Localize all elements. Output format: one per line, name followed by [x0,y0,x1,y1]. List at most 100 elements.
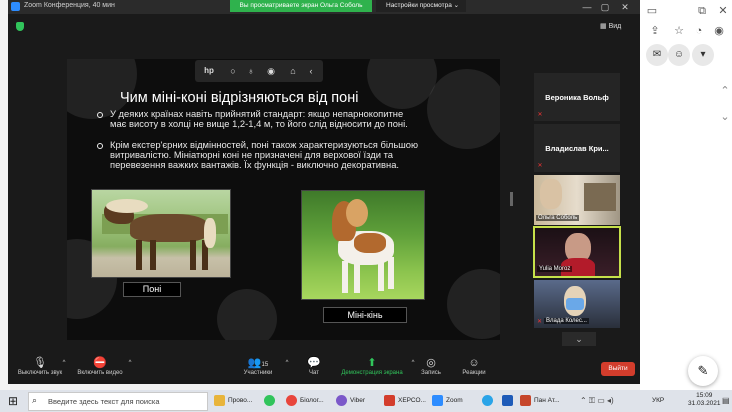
participant-name: Yulia Moroz [537,266,573,272]
video-options-caret[interactable]: ^ [126,360,134,366]
minimize-window-icon[interactable]: ⧉ [695,4,709,18]
taskbar-app-label: Viber [350,397,366,404]
chat-button[interactable]: 💬 Чат [302,357,326,376]
participant-video-tile[interactable]: ✕ Влада Колес... [534,280,620,328]
notification-icon[interactable]: ▤ [722,396,730,405]
participant-tile[interactable]: Владислав Кри... [534,124,620,172]
reactions-icon: ☺ [468,357,480,369]
bokeh-decoration [447,269,500,339]
taskbar-app-skype[interactable] [482,392,496,410]
taskbar-clock[interactable]: 15:09 31.03.2021 [688,392,721,408]
mini-horse-patch [354,233,386,253]
powerpoint-icon [520,394,531,406]
caption-pony: Поні [123,282,181,297]
taskbar-app-label: Пан Ат... [534,397,560,404]
chevron-down-icon[interactable]: ▾ [692,44,714,66]
reactions-button[interactable]: ☺ Реакции [458,357,490,376]
share-caret[interactable]: ^ [409,360,417,366]
participant-video-tile[interactable]: Ольга Соболь [534,175,620,225]
bokeh-decoration [427,69,500,149]
chat-label: Чат [309,370,319,376]
profile-icon[interactable]: ◉ [712,24,726,38]
pony-mane [106,199,148,213]
record-button[interactable]: ◎ Запись [418,357,444,376]
close-icon[interactable]: ✕ [618,1,632,13]
gallery-scroll-down[interactable]: ⌄ [562,332,596,346]
view-button-label: Вид [608,23,622,30]
participants-icon: 👥15 [247,357,269,369]
taskbar-app-viber[interactable]: Viber [336,392,365,410]
encryption-shield-icon[interactable] [16,22,24,31]
participant-tile[interactable]: Вероника Вольф [534,73,620,121]
compose-button[interactable]: ✎ [688,356,718,386]
participants-button[interactable]: 👥15 Участники [240,357,276,376]
slide-toolbar: hp ○ ♁ ◉ ⌂ ‹ [195,60,323,82]
mute-label: Выключить звук [17,370,63,376]
bullet-icon [97,112,103,118]
bullet-icon [97,143,103,149]
bookmark-icon[interactable]: ☆ [672,24,686,38]
participant-face [540,179,562,209]
share-label: Демонстрация экрана [341,370,403,376]
share-screen-button[interactable]: ⬆ Демонстрация экрана [336,357,408,376]
bullet-text-1: У деяких країнах навіть прийнятий станда… [110,108,408,129]
mini-horse-leg [378,259,384,291]
panel-resize-handle[interactable] [510,192,513,206]
audio-options-caret[interactable]: ^ [60,360,68,366]
language-indicator[interactable]: УКР [652,397,664,404]
mini-horse-leg [354,261,360,293]
zoom-icon [432,394,443,406]
windows-start-icon[interactable]: ⊞ [6,394,20,408]
minimize-icon[interactable]: — [580,1,594,13]
pencil-icon: ✎ [697,363,709,378]
active-speaker-tile[interactable]: Yulia Moroz [533,226,621,278]
camera-icon[interactable]: ⌂ [287,65,299,77]
person-icon[interactable]: ☺ [668,44,690,66]
record-circle-icon[interactable]: ○ [227,65,239,77]
scroll-down-icon[interactable]: ⌄ [718,110,732,124]
chevron-left-icon[interactable]: ‹ [305,65,317,77]
taskbar-app-kherson[interactable]: ХЕРСО... [384,392,426,410]
maximize-icon[interactable]: ▢ [598,1,612,13]
scroll-up-icon[interactable]: ⌃ [718,84,732,98]
taskbar-app-chrome[interactable]: Біолог... [286,392,324,410]
participants-label: Участники [243,370,273,376]
pony-tail [204,218,216,248]
participants-count: 15 [261,362,269,368]
leave-button[interactable]: Выйти [601,362,635,376]
participant-name: Вероника Вольф [545,93,609,102]
whatsapp-icon [264,394,275,406]
participant-name: Ольга Соболь [536,215,580,221]
app-icon [384,394,395,406]
taskbar-app-explorer[interactable]: Прово... [214,392,252,410]
video-button[interactable]: ⛔ Включить видео [72,357,128,376]
viber-icon [336,394,347,406]
taskbar-app-powerpoint[interactable]: Пан Ат... [520,392,560,410]
system-tray-icons[interactable]: ⌃ ⚿ ▭ ◂) [580,396,614,406]
mini-horse-photo [301,190,425,300]
skype-icon [482,394,493,406]
view-button[interactable]: ▦ Вид [600,22,621,30]
mini-horse-mane [346,199,368,227]
taskbar-app-label: Zoom [446,397,463,404]
taskbar-app-powerpoint[interactable] [502,392,516,410]
close-window-icon[interactable]: ✕ [716,4,730,18]
search-icon: ⌕ [32,395,38,405]
share-icon[interactable]: ⇪ [648,24,662,38]
mini-horse-leg [342,261,348,293]
messenger-icon[interactable]: ✉ [646,44,668,66]
mini-horse-leg [388,257,394,289]
participants-caret[interactable]: ^ [283,360,291,366]
face-mask [566,298,584,310]
restore-window-icon[interactable]: ▭ [645,4,659,18]
clock-time: 15:09 [696,392,713,399]
taskbar-app-whatsapp[interactable] [264,392,278,410]
chat-icon: 💬 [307,357,321,369]
pony-leg [190,240,196,270]
taskbar-app-zoom[interactable]: Zoom [432,392,463,410]
radio-dot-icon[interactable]: ◉ [265,65,277,77]
extension-icon[interactable]: ◔ [692,24,706,38]
shelf [584,183,616,211]
microphone-icon[interactable]: ♁ [245,65,257,77]
view-options-button[interactable]: Настройки просмотра ⌄ [376,0,466,12]
